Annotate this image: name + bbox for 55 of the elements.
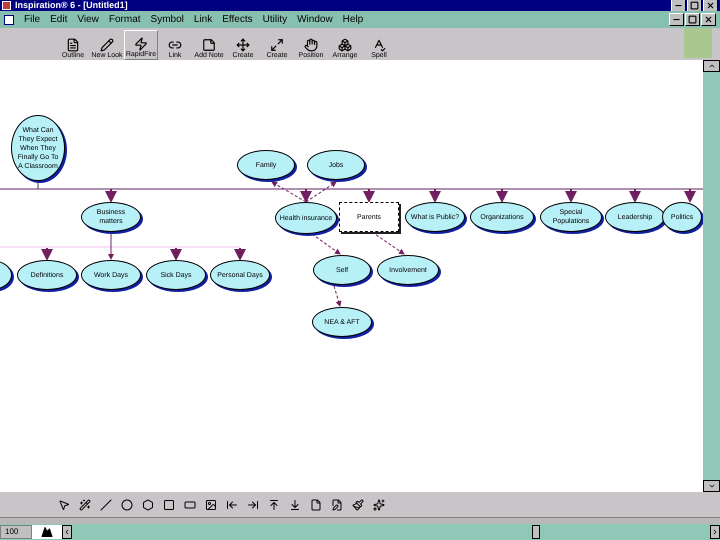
pencil-icon [100, 38, 114, 52]
picture-icon[interactable] [205, 498, 217, 510]
arrow-left-icon[interactable] [226, 498, 238, 510]
scroll-thumb[interactable] [532, 525, 540, 539]
rounded-rectangle-icon[interactable] [184, 498, 196, 510]
arrow-up-icon[interactable] [268, 498, 280, 510]
menu-item[interactable]: Window [297, 12, 333, 27]
arrow-right-icon[interactable] [247, 498, 259, 510]
hexagon-icon[interactable] [142, 498, 154, 510]
maximize-button[interactable] [687, 0, 702, 12]
close-button[interactable] [701, 13, 716, 26]
square-icon[interactable] [163, 498, 175, 510]
minimize-button[interactable] [669, 13, 684, 26]
menu-item[interactable]: Effects [222, 12, 253, 27]
circle-icon[interactable] [121, 498, 133, 510]
window-title: Inspiration® 6 - [Untitled1] [15, 1, 129, 10]
menu-item[interactable]: Symbol [150, 12, 184, 27]
close-button[interactable] [703, 0, 718, 12]
close-icon [706, 1, 715, 10]
zoom-field[interactable]: 100 [0, 525, 32, 539]
expand-arrows-icon [270, 38, 284, 52]
hand-icon [304, 38, 318, 52]
menu-item[interactable]: Format [108, 12, 141, 27]
mountain-icon[interactable] [32, 525, 62, 539]
mascot-picture [684, 28, 712, 58]
page-icon[interactable] [310, 498, 322, 510]
close-icon [704, 15, 713, 24]
document-icon [4, 14, 14, 24]
menu-item[interactable]: Link [194, 12, 212, 27]
menu-item[interactable]: Edit [50, 12, 68, 27]
stacked-boxes-icon [338, 38, 352, 52]
scroll-right-button[interactable] [710, 525, 720, 539]
note-icon [202, 38, 216, 52]
document-icon [66, 38, 80, 52]
app-logo-icon [2, 1, 11, 10]
minimize-button[interactable] [671, 0, 686, 12]
line-icon[interactable] [100, 498, 112, 510]
menu-item[interactable]: File [24, 12, 40, 27]
restore-button[interactable] [685, 13, 700, 26]
pointer-icon[interactable] [58, 498, 70, 510]
arrow-down-icon[interactable] [289, 498, 301, 510]
vertical-scrollbar[interactable] [703, 60, 720, 492]
wand-icon[interactable] [79, 498, 91, 510]
menu-item[interactable]: View [77, 12, 99, 27]
scroll-left-button[interactable] [62, 525, 72, 539]
spell-check-icon [372, 38, 386, 52]
menu-item[interactable]: Help [342, 12, 364, 27]
lightning-icon [134, 37, 148, 51]
scroll-up-button[interactable] [703, 60, 720, 72]
scroll-down-button[interactable] [703, 480, 720, 492]
sparkle-icon[interactable] [373, 498, 385, 510]
brush-icon[interactable] [352, 498, 364, 510]
page-edit-icon[interactable] [331, 498, 343, 510]
menu-item[interactable]: Utility [262, 12, 288, 27]
move-arrows-icon [236, 38, 250, 52]
